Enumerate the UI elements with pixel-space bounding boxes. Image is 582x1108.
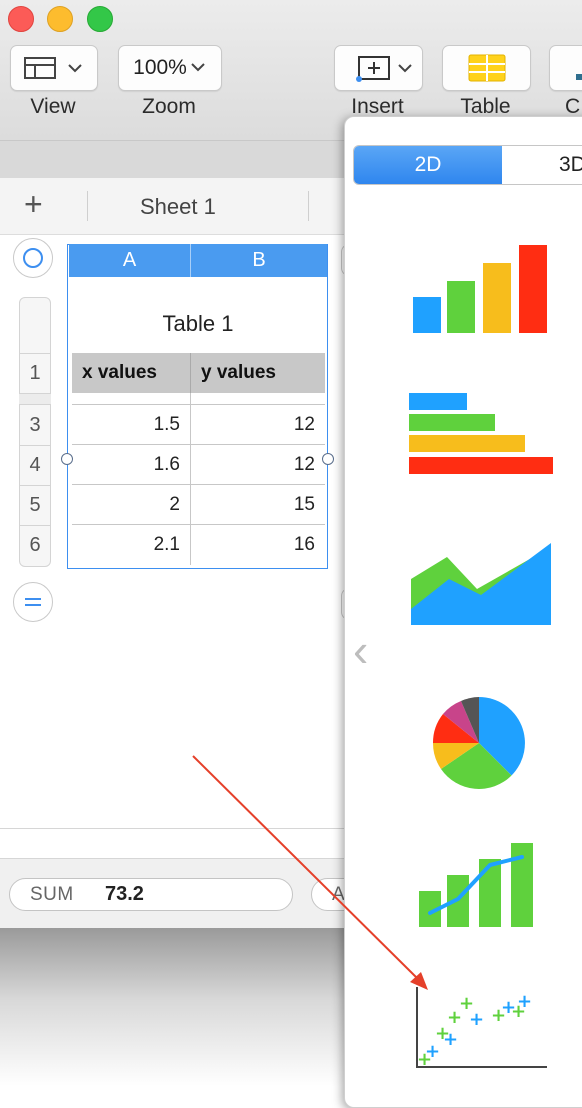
dimension-segmented-control: 2D 3D xyxy=(353,145,582,185)
row-number[interactable]: 4 xyxy=(19,445,51,485)
close-window-button[interactable] xyxy=(8,6,34,32)
zoom-window-button[interactable] xyxy=(87,6,113,32)
sheet-tab-bar: + Sheet 1 xyxy=(0,178,345,235)
mixed-chart-option[interactable] xyxy=(413,839,537,929)
resize-handle-right[interactable] xyxy=(322,453,334,465)
chevron-down-icon xyxy=(191,63,205,72)
hidden-row xyxy=(72,393,325,405)
cell-x[interactable]: 1.5 xyxy=(72,405,191,445)
row-number[interactable]: 3 xyxy=(19,405,51,445)
previous-page-arrow[interactable]: ‹ xyxy=(353,627,368,673)
zoom-dropdown[interactable]: 100% xyxy=(118,45,222,91)
area-chart-option[interactable] xyxy=(409,537,553,631)
cell-y[interactable]: 12 xyxy=(191,405,325,445)
cell-y[interactable]: 12 xyxy=(191,445,325,485)
row-number[interactable]: 1 xyxy=(19,353,51,393)
table-title[interactable]: Table 1 xyxy=(69,311,327,337)
svg-text:+: + xyxy=(443,1029,458,1050)
chart-picker-popover: 2D 3D ‹ xyxy=(344,116,582,1108)
zoom-value: 100% xyxy=(133,56,187,79)
cell-y[interactable]: 16 xyxy=(191,525,325,565)
table-button[interactable] xyxy=(442,45,531,91)
chart-icon xyxy=(576,74,582,80)
header-cell-y[interactable]: y values xyxy=(191,353,325,393)
circle-icon xyxy=(23,248,43,268)
sum-value: 73.2 xyxy=(105,883,144,905)
minimize-window-button[interactable] xyxy=(47,6,73,32)
tab-divider xyxy=(308,191,309,221)
view-icon xyxy=(24,57,82,79)
column-chart-option[interactable] xyxy=(405,239,555,339)
svg-text:+: + xyxy=(425,1041,440,1062)
view-label: View xyxy=(30,95,76,118)
tab-sheet-1[interactable]: Sheet 1 xyxy=(140,194,216,220)
resize-handle-left[interactable] xyxy=(61,453,73,465)
row-number[interactable]: 5 xyxy=(19,485,51,525)
svg-text:+: + xyxy=(469,1009,484,1030)
hidden-row-indicator xyxy=(19,393,51,405)
chart-button[interactable] xyxy=(549,45,582,91)
table-icon xyxy=(468,54,505,82)
divider xyxy=(0,828,345,829)
insert-icon xyxy=(355,56,412,82)
status-bar: SUM 73.2 A xyxy=(0,858,391,929)
cell-x[interactable]: 2 xyxy=(72,485,191,525)
chevron-down-icon xyxy=(68,64,82,73)
add-row-button[interactable] xyxy=(13,582,53,622)
tab-3d[interactable]: 3D xyxy=(503,146,582,184)
row-number[interactable]: 6 xyxy=(19,525,51,565)
scatter-chart-option[interactable]: + + + + + + + + + + + xyxy=(411,983,551,1073)
tab-divider xyxy=(87,191,88,221)
cell-x[interactable]: 2.1 xyxy=(72,525,191,565)
sum-pill[interactable]: SUM 73.2 xyxy=(9,878,293,911)
header-cell-x[interactable]: x values xyxy=(72,353,191,393)
bar-chart-option[interactable] xyxy=(405,389,555,481)
view-button[interactable] xyxy=(10,45,98,91)
window-shadow xyxy=(0,928,345,1086)
average-label: A xyxy=(332,884,345,905)
equals-icon xyxy=(25,598,41,606)
add-sheet-button[interactable]: + xyxy=(24,186,43,223)
cell-y[interactable]: 15 xyxy=(191,485,325,525)
svg-text:+: + xyxy=(517,991,532,1012)
sum-label: SUM xyxy=(30,884,74,905)
insert-button[interactable] xyxy=(334,45,423,91)
column-header-b[interactable]: B xyxy=(191,244,327,277)
column-header-a[interactable]: A xyxy=(69,244,191,277)
pie-chart-option[interactable] xyxy=(429,693,529,793)
tab-2d[interactable]: 2D xyxy=(354,146,502,184)
zoom-label: Zoom xyxy=(142,95,196,118)
cell-x[interactable]: 1.6 xyxy=(72,445,191,485)
select-table-button[interactable] xyxy=(13,238,53,278)
